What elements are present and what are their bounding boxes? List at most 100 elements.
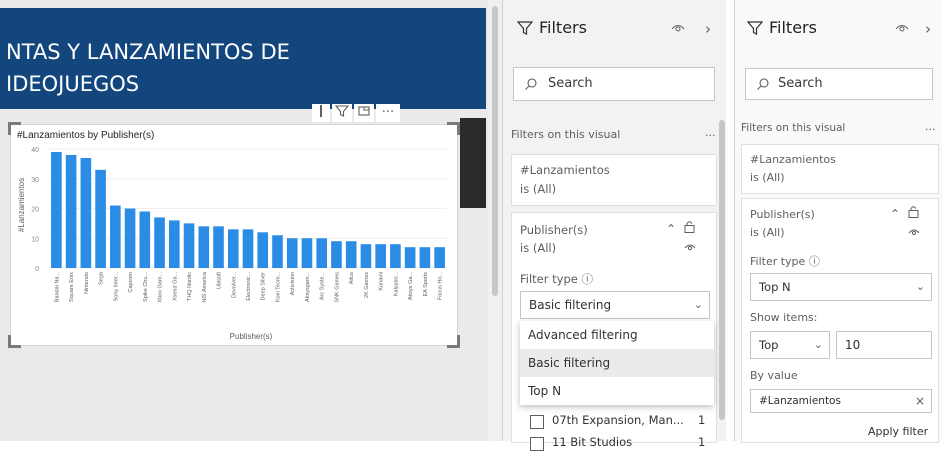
menu-item-top-n[interactable]: Top N bbox=[520, 377, 714, 405]
chart-bar[interactable] bbox=[375, 244, 386, 268]
chart-bar[interactable] bbox=[227, 229, 239, 268]
chart-bar[interactable] bbox=[345, 241, 357, 268]
search-icon bbox=[756, 69, 770, 99]
chart-bar[interactable] bbox=[198, 226, 210, 268]
chart-bar[interactable] bbox=[95, 169, 106, 268]
item-count-input[interactable]: 10 bbox=[836, 331, 932, 359]
chevron-up-icon[interactable]: ⌃ bbox=[890, 207, 900, 221]
filters-on-visual-heading: Filters on this visual bbox=[741, 122, 846, 134]
chart-bar[interactable] bbox=[331, 241, 342, 268]
chart-bar[interactable] bbox=[360, 244, 372, 268]
collapse-pane-icon[interactable]: › bbox=[925, 20, 931, 38]
item-count-value: 10 bbox=[845, 338, 861, 352]
filter-type-text: Filter type bbox=[750, 255, 806, 268]
menu-item-advanced-filtering[interactable]: Advanced filtering bbox=[520, 321, 714, 349]
filter-type-selected: Top N bbox=[759, 280, 791, 294]
section-more-icon[interactable]: ... bbox=[705, 126, 716, 139]
filter-card-lanzamientos[interactable]: #Lanzamientos is (All) bbox=[741, 144, 939, 194]
checkbox[interactable] bbox=[530, 437, 544, 451]
section-more-icon[interactable]: ... bbox=[925, 120, 936, 133]
chart-y-tick-label: 0 bbox=[35, 266, 39, 273]
chart-bar[interactable] bbox=[110, 205, 121, 268]
filters-search-input[interactable]: Search bbox=[745, 68, 933, 100]
chart-bar[interactable] bbox=[213, 226, 224, 268]
chart-bar[interactable] bbox=[316, 238, 328, 268]
filter-card-lanzamientos[interactable]: #Lanzamientos is (All) bbox=[511, 154, 717, 206]
focus-mode-icon[interactable] bbox=[354, 104, 374, 122]
filter-card-state: is (All) bbox=[750, 171, 785, 184]
filter-card-field: #Lanzamientos bbox=[520, 163, 610, 177]
chart-bar[interactable] bbox=[257, 232, 269, 268]
chevron-down-icon: ⌄ bbox=[915, 280, 925, 293]
chart-bar[interactable] bbox=[301, 238, 313, 268]
lock-icon[interactable] bbox=[908, 205, 919, 221]
bar-chart-svg: #Lanzamientos by Publisher(s) #Lanzamien… bbox=[17, 130, 447, 341]
apply-filter-button[interactable]: Apply filter bbox=[868, 425, 928, 438]
chart-x-tick-label: Kalypso... bbox=[393, 272, 399, 297]
chart-x-tick-label: Bandai Na... bbox=[54, 272, 60, 303]
by-value-field-well[interactable]: #Lanzamientos × bbox=[750, 389, 932, 413]
eye-icon[interactable] bbox=[671, 22, 685, 38]
show-items-label: Show items: bbox=[750, 311, 818, 324]
chart-bar[interactable] bbox=[168, 220, 180, 268]
filters-pane: Filters › Search Filters on this visual … bbox=[502, 0, 727, 451]
filter-card-publishers[interactable]: Publisher(s) is (All) ⌃ Filter type ⓘ To… bbox=[741, 198, 939, 443]
collapse-pane-icon[interactable]: › bbox=[705, 20, 711, 38]
chart-y-tick-label: 10 bbox=[31, 236, 39, 243]
top-bottom-selected: Top bbox=[759, 338, 779, 352]
eye-icon[interactable] bbox=[895, 22, 909, 38]
visual-filter-icon[interactable] bbox=[332, 104, 352, 122]
eye-icon[interactable] bbox=[908, 226, 920, 240]
eye-icon[interactable] bbox=[684, 241, 696, 255]
filter-funnel-icon bbox=[516, 20, 534, 40]
filter-type-dropdown[interactable]: Basic filtering ⌄ bbox=[520, 291, 710, 319]
chart-bar[interactable] bbox=[242, 229, 254, 268]
chart-bar[interactable] bbox=[390, 244, 401, 268]
chart-bar[interactable] bbox=[404, 247, 416, 268]
chart-x-tick-label: Atlus bbox=[349, 272, 355, 284]
chart-bar[interactable] bbox=[434, 247, 445, 268]
filter-type-dropdown[interactable]: Top N ⌄ bbox=[750, 273, 932, 301]
chart-x-tick-label: Devolver... bbox=[231, 272, 237, 298]
by-value-label: By value bbox=[750, 369, 798, 382]
pane-gap bbox=[726, 0, 734, 441]
chart-bar[interactable] bbox=[80, 157, 92, 268]
filters-search-input[interactable]: Search bbox=[513, 67, 715, 101]
chart-bar[interactable] bbox=[124, 208, 136, 269]
checkbox[interactable] bbox=[530, 415, 544, 429]
clear-field-icon[interactable]: × bbox=[915, 390, 925, 412]
chart-bar[interactable] bbox=[51, 151, 62, 268]
chart-x-tick-label: Activision bbox=[290, 272, 296, 295]
chart-bar[interactable] bbox=[272, 235, 283, 268]
chart-bar[interactable] bbox=[65, 154, 77, 268]
chart-bar[interactable] bbox=[286, 238, 298, 268]
info-icon[interactable]: ⓘ bbox=[581, 272, 593, 286]
canvas-scrollbar-thumb[interactable] bbox=[492, 6, 498, 296]
chart-bar[interactable] bbox=[419, 247, 431, 268]
pane-scrollbar-thumb[interactable] bbox=[719, 120, 725, 420]
lock-icon[interactable] bbox=[684, 220, 695, 236]
chevron-down-icon: ⌄ bbox=[693, 298, 703, 311]
filter-card-publishers[interactable]: Publisher(s) is (All) ⌃ Filter type ⓘ Ba… bbox=[511, 212, 717, 451]
menu-item-basic-filtering[interactable]: Basic filtering bbox=[520, 349, 714, 377]
chevron-up-icon[interactable]: ⌃ bbox=[666, 222, 676, 236]
report-title-line-1: NTAS Y LANZAMIENTOS DE bbox=[6, 40, 290, 64]
more-options-icon[interactable]: ··· bbox=[376, 104, 400, 122]
chart-bar[interactable] bbox=[183, 223, 195, 268]
bar-chart-visual[interactable]: #Lanzamientos by Publisher(s) #Lanzamien… bbox=[8, 122, 460, 348]
filter-funnel-icon bbox=[746, 20, 764, 40]
list-item-count: 1 bbox=[698, 413, 706, 427]
chart-bar[interactable] bbox=[139, 211, 151, 268]
chart-x-tick-label: Electronic... bbox=[246, 272, 252, 301]
chart-bar[interactable] bbox=[154, 217, 165, 268]
chart-y-tick-label: 30 bbox=[31, 177, 39, 184]
filters-pane-title: Filters bbox=[539, 18, 587, 37]
drag-handle-icon[interactable] bbox=[312, 104, 330, 122]
chart-x-tick-label: Aksys Ga... bbox=[408, 272, 414, 301]
by-value-field: #Lanzamientos bbox=[759, 395, 841, 407]
info-icon[interactable]: ⓘ bbox=[809, 255, 820, 268]
list-item-label: 11 Bit Studios bbox=[552, 435, 633, 449]
list-item-label: 07th Expansion, Man... bbox=[552, 413, 684, 427]
top-bottom-dropdown[interactable]: Top ⌄ bbox=[750, 331, 830, 359]
chart-y-tick-label: 20 bbox=[31, 207, 39, 214]
